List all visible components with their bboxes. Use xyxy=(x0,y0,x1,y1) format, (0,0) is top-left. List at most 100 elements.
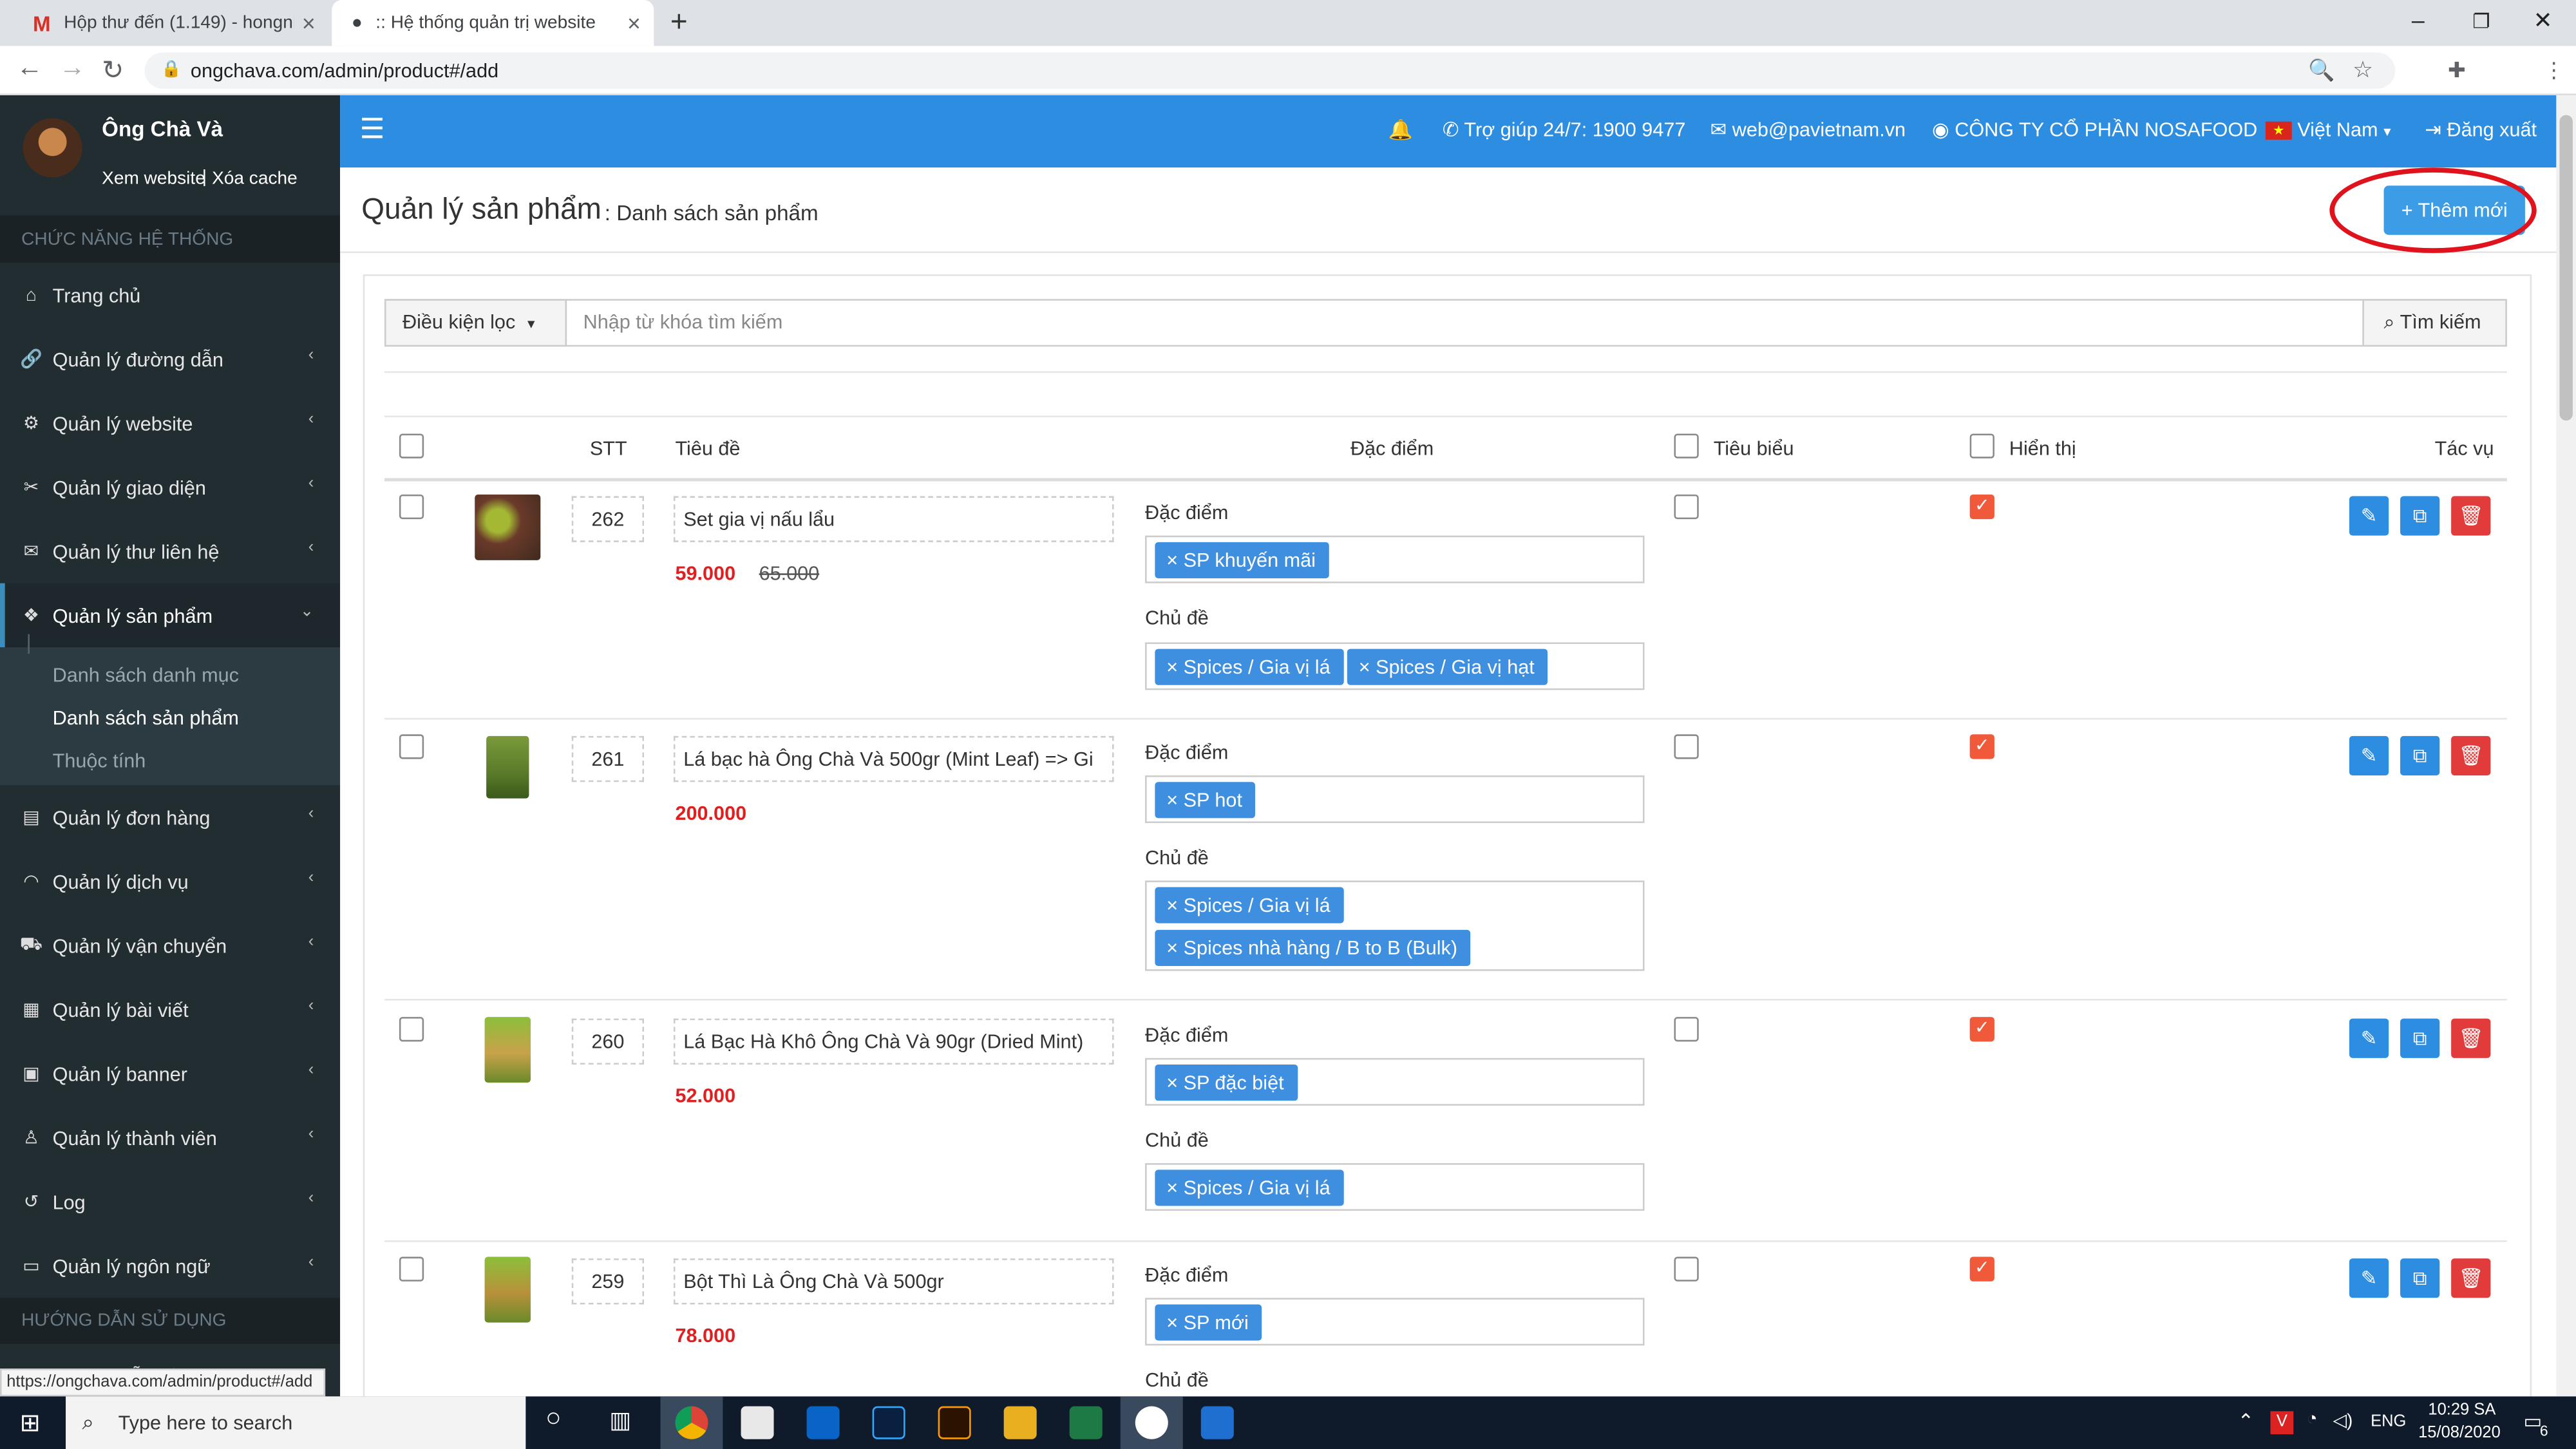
filter-condition-dropdown[interactable]: Điều kiện lọc ▾ xyxy=(384,299,567,347)
windows-start-icon[interactable]: ⊞ xyxy=(20,1408,41,1437)
company-link[interactable]: ◉ CÔNG TY CỔ PHẦN NOSAFOOD xyxy=(1932,118,2257,142)
features-tag-input[interactable]: × SP đặc biệt xyxy=(1145,1057,1645,1106)
edit-pencil-icon[interactable]: ✎ xyxy=(2349,1018,2389,1058)
close-tab-icon[interactable]: × xyxy=(627,10,641,36)
sidebar-item-home[interactable]: ⌂ Trang chủ xyxy=(0,263,340,327)
delete-trash-icon[interactable]: 🗑 xyxy=(2451,496,2491,536)
feature-tag[interactable]: × SP đặc biệt xyxy=(1155,1065,1298,1101)
visible-all-checkbox[interactable] xyxy=(1969,433,1994,459)
sidebar-item-links[interactable]: 🔗 Quản lý đường dẫn ‹ xyxy=(0,327,340,391)
sidebar-item-products[interactable]: ❖ Quản lý sản phẩm ⌄ xyxy=(0,583,341,648)
help-link[interactable]: ✆ Trợ giúp 24/7: 1900 9477 xyxy=(1443,118,1686,142)
copy-icon[interactable]: ⧉ xyxy=(2400,1258,2440,1298)
row-checkbox[interactable] xyxy=(399,494,424,520)
featured-checkbox[interactable] xyxy=(1674,1256,1699,1282)
volume-icon[interactable]: ◁) xyxy=(2333,1410,2353,1431)
submenu-product-list[interactable]: Danh sách sản phẩm xyxy=(0,696,341,739)
stt-field[interactable]: 259 xyxy=(571,1258,644,1305)
task-view-icon[interactable]: ▥ xyxy=(609,1406,631,1434)
sidebar-item-website[interactable]: ⚙ Quản lý website ‹ xyxy=(0,391,340,455)
forward-icon[interactable]: → xyxy=(59,54,86,84)
view-website-link[interactable]: Xem website xyxy=(102,169,205,189)
topics-tag-input[interactable]: × Spices / Gia vị lá × Spices / Gia vị h… xyxy=(1145,642,1645,690)
feature-tag[interactable]: × SP khuyến mãi xyxy=(1155,542,1329,578)
search-input[interactable]: Nhập từ khóa tìm kiếm xyxy=(565,299,2364,347)
clock-date[interactable]: 15/08/2020 xyxy=(2418,1425,2501,1443)
wifi-icon[interactable]: ◔ xyxy=(2307,1410,2318,1430)
sidebar-item-members[interactable]: ♙ Quản lý thành viên ‹ xyxy=(0,1106,340,1170)
menu-kebab-icon[interactable]: ⋮ xyxy=(2543,57,2564,84)
select-all-checkbox[interactable] xyxy=(399,433,424,459)
scrollbar-thumb[interactable] xyxy=(2559,115,2573,421)
featured-checkbox[interactable] xyxy=(1674,494,1699,520)
clear-cache-link[interactable]: Xóa cache xyxy=(212,169,298,189)
photos-icon[interactable] xyxy=(1200,1406,1234,1439)
topic-tag[interactable]: × Spices / Gia vị lá xyxy=(1155,1170,1344,1206)
featured-checkbox[interactable] xyxy=(1674,1017,1699,1042)
unikey-icon[interactable]: V xyxy=(2270,1411,2294,1435)
copy-icon[interactable]: ⧉ xyxy=(2400,1018,2440,1058)
copy-icon[interactable]: ⧉ xyxy=(2400,735,2440,776)
restore-icon[interactable]: ❐ xyxy=(2472,10,2490,33)
title-field[interactable]: Lá Bạc Hà Khô Ông Chà Và 90gr (Dried Min… xyxy=(673,1018,1114,1065)
submenu-attributes[interactable]: Thuộc tính xyxy=(0,739,341,782)
app-store-icon[interactable] xyxy=(741,1406,774,1439)
sidebar-item-interface[interactable]: ✂ Quản lý giao diện ‹ xyxy=(0,455,340,519)
photoshop-icon[interactable] xyxy=(872,1406,905,1439)
delete-trash-icon[interactable]: 🗑 xyxy=(2451,1018,2491,1058)
topic-tag[interactable]: × Spices nhà hàng / B to B (Bulk) xyxy=(1155,929,1471,966)
row-checkbox[interactable] xyxy=(399,1256,424,1282)
edit-pencil-icon[interactable]: ✎ xyxy=(2349,496,2389,536)
row-checkbox[interactable] xyxy=(399,1017,424,1042)
sidebar-item-banner[interactable]: ▣ Quản lý banner ‹ xyxy=(0,1041,340,1105)
search-button[interactable]: ⌕ Tìm kiếm xyxy=(2362,299,2507,347)
taskbar-search-input[interactable]: ⌕ Type here to search xyxy=(66,1396,526,1449)
featured-checkbox[interactable] xyxy=(1674,734,1699,759)
sidebar-item-language[interactable]: ▭ Quản lý ngôn ngữ ‹ xyxy=(0,1234,340,1298)
excel-icon[interactable] xyxy=(1069,1406,1103,1439)
topics-tag-input[interactable]: × Spices / Gia vị lá × Spices nhà hàng /… xyxy=(1145,880,1645,971)
clock-time[interactable]: 10:29 SA xyxy=(2428,1401,2496,1419)
sidebar-item-posts[interactable]: ▦ Quản lý bài viết ‹ xyxy=(0,978,340,1041)
title-field[interactable]: Set gia vị nấu lẩu xyxy=(673,496,1114,542)
copy-icon[interactable]: ⧉ xyxy=(2400,496,2440,536)
tab-admin[interactable]: ● :: Hệ thống quản trị website × xyxy=(332,0,654,46)
feature-tag[interactable]: × SP mới xyxy=(1155,1304,1262,1341)
new-tab-icon[interactable]: + xyxy=(670,5,688,40)
language-dropdown[interactable]: ★ Việt Nam ▾ xyxy=(2265,118,2391,141)
features-tag-input[interactable]: × SP khuyến mãi xyxy=(1145,535,1645,583)
row-checkbox[interactable] xyxy=(399,734,424,759)
extensions-puzzle-icon[interactable]: ✚ xyxy=(2448,57,2466,84)
edit-pencil-icon[interactable]: ✎ xyxy=(2349,1258,2389,1298)
features-tag-input[interactable]: × SP mới xyxy=(1145,1298,1645,1346)
sidebar-item-services[interactable]: ◠ Quản lý dịch vụ ‹ xyxy=(0,849,340,913)
sidebar-item-contact[interactable]: ✉ Quản lý thư liên hệ ‹ xyxy=(0,519,340,583)
file-explorer-icon[interactable] xyxy=(1003,1406,1037,1439)
sidebar-item-log[interactable]: ↺ Log ‹ xyxy=(0,1170,340,1233)
outlook-icon[interactable] xyxy=(806,1406,840,1439)
submenu-categories[interactable]: Danh sách danh mục xyxy=(0,654,341,697)
topics-tag-input[interactable]: × Spices / Gia vị lá xyxy=(1145,1163,1645,1211)
sidebar-item-shipping[interactable]: ⛟ Quản lý vận chuyển ‹ xyxy=(0,913,340,977)
title-field[interactable]: Bột Thì Là Ông Chà Và 500gr xyxy=(673,1258,1114,1305)
topic-tag[interactable]: × Spices / Gia vị lá xyxy=(1155,887,1344,923)
sidebar-item-orders[interactable]: ▤ Quản lý đơn hàng ‹ xyxy=(0,785,340,849)
topic-tag[interactable]: × Spices / Gia vị lá xyxy=(1155,649,1344,685)
visible-checkbox-checked[interactable]: ✓ xyxy=(1969,734,1994,759)
chrome-icon[interactable] xyxy=(675,1406,708,1439)
tray-chevron-up-icon[interactable]: ⌃ xyxy=(2237,1410,2254,1433)
illustrator-icon[interactable] xyxy=(938,1406,971,1439)
featured-all-checkbox[interactable] xyxy=(1674,433,1699,459)
visible-checkbox-checked[interactable]: ✓ xyxy=(1969,1017,1994,1042)
logout-link[interactable]: ⇥ Đăng xuất xyxy=(2425,118,2537,142)
minimize-icon[interactable]: – xyxy=(2412,6,2425,33)
features-tag-input[interactable]: × SP hot xyxy=(1145,775,1645,824)
back-icon[interactable]: ← xyxy=(17,54,43,84)
close-tab-icon[interactable]: × xyxy=(302,10,316,36)
stt-field[interactable]: 261 xyxy=(571,735,644,782)
cortana-icon[interactable]: ○ xyxy=(545,1405,562,1434)
bell-icon[interactable]: 🔔 xyxy=(1388,118,1413,142)
topic-tag[interactable]: × Spices / Gia vị hạt xyxy=(1347,649,1548,685)
tab-gmail[interactable]: M Hộp thư đến (1.149) - hongnhatl × xyxy=(13,0,328,46)
url-field[interactable]: 🔒 ongchava.com/admin/product#/add xyxy=(144,52,2396,89)
